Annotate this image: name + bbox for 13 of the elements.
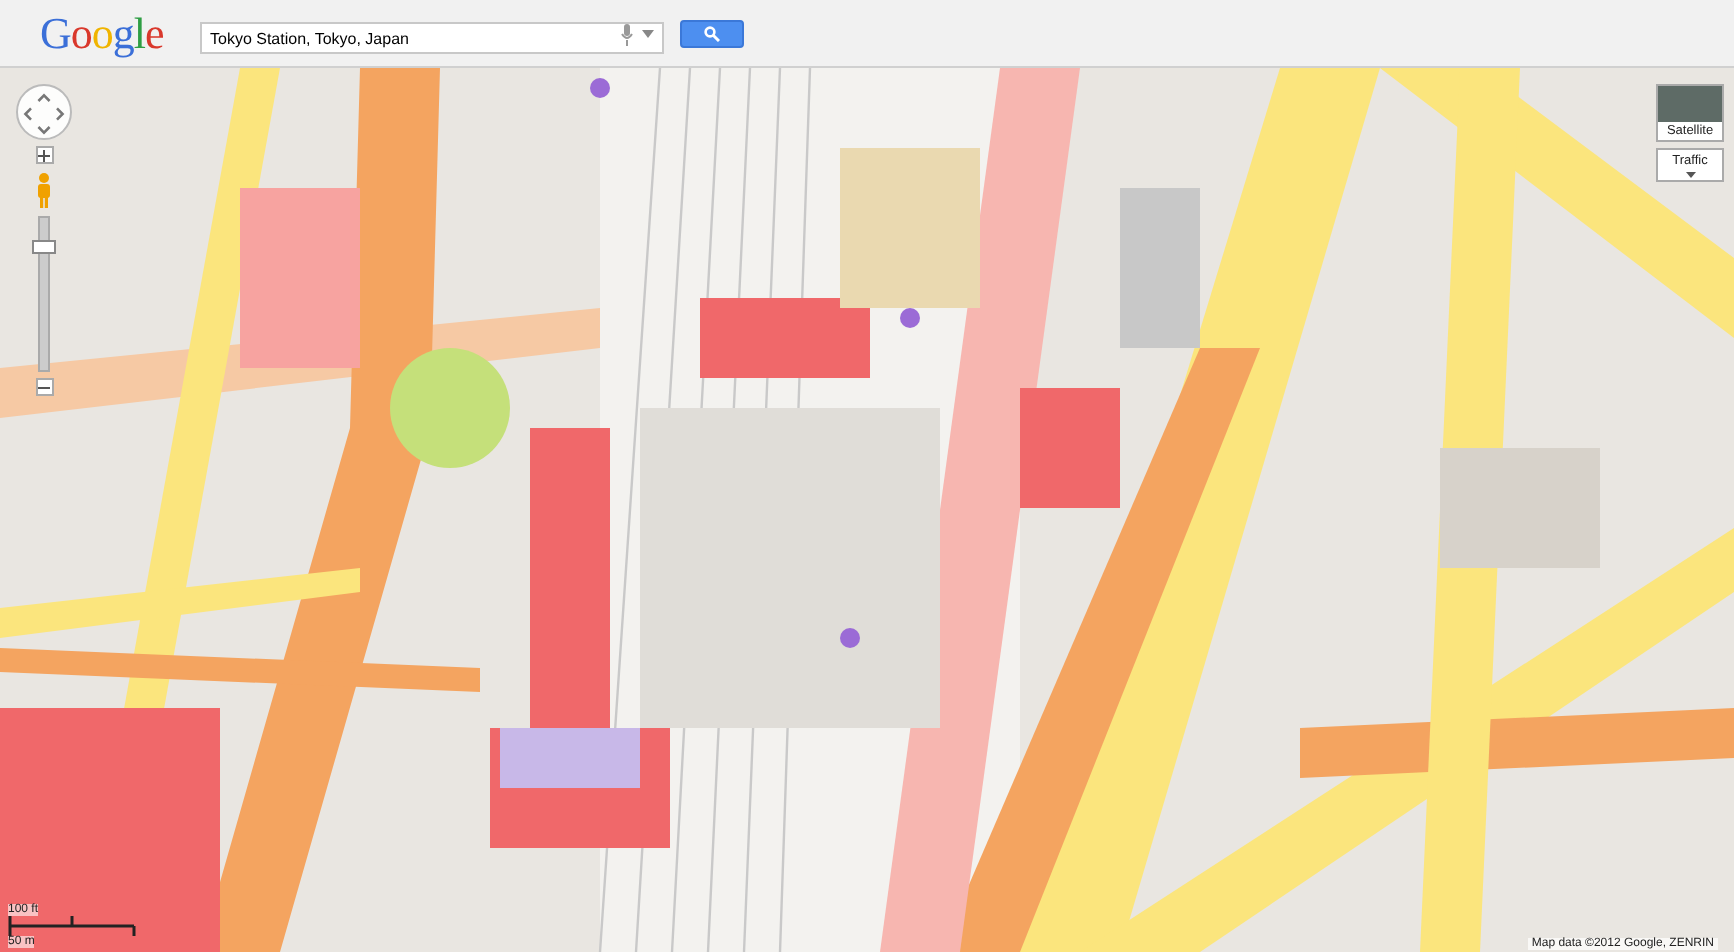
zoom-slider-thumb[interactable]: [32, 239, 56, 253]
microphone-icon[interactable]: [620, 23, 634, 45]
caret-icon[interactable]: [642, 29, 654, 37]
photo-placeholder: [1658, 86, 1722, 122]
search-icon: [704, 25, 720, 41]
plus-icon: [38, 149, 50, 161]
zoom-slider[interactable]: [38, 216, 50, 372]
search-button[interactable]: [680, 19, 744, 47]
caret-icon: [1685, 172, 1695, 178]
logo[interactable]: Google: [40, 7, 200, 59]
minus-icon: [38, 381, 50, 393]
search-field[interactable]: Tokyo Station, Tokyo, Japan: [200, 22, 664, 54]
scale-bar: [8, 916, 136, 936]
